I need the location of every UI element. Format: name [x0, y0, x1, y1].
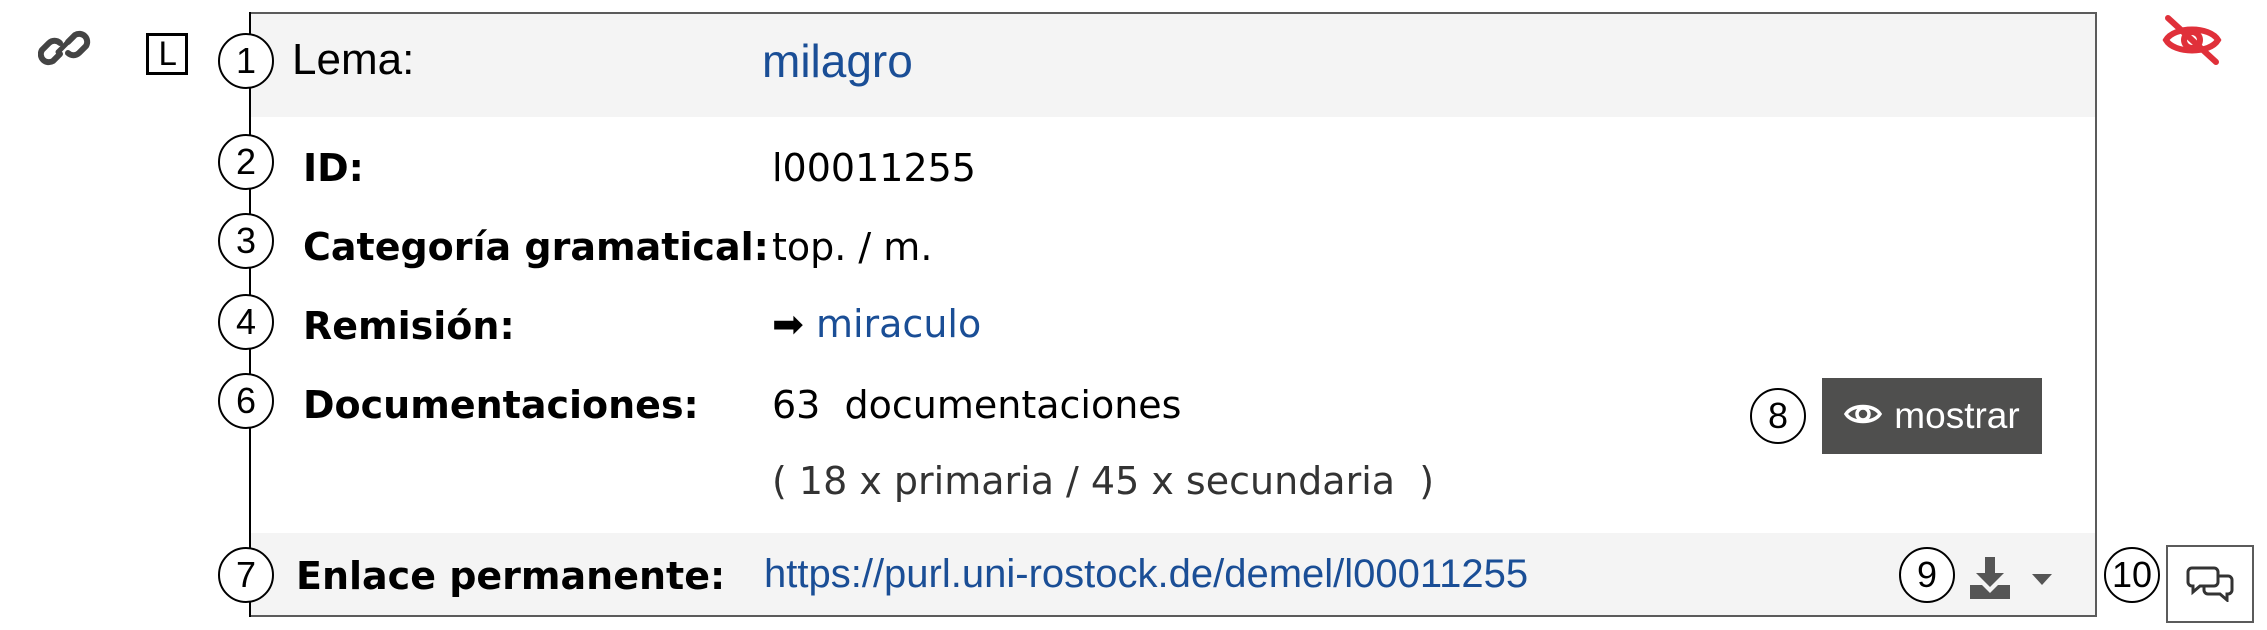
grammatical-category-label: Categoría gramatical:	[303, 225, 769, 269]
permalink-link[interactable]: https://purl.uni-rostock.de/demel/l00011…	[764, 552, 1528, 597]
marker-9: 9	[1899, 547, 1955, 603]
permalink-label: Enlace permanente:	[296, 554, 726, 598]
show-documentations-button[interactable]: mostrar	[1822, 378, 2042, 454]
eye-slash-icon[interactable]	[2160, 12, 2224, 72]
grammatical-category-value: top. / m.	[772, 225, 933, 269]
documentations-count: 63 documentaciones	[772, 383, 1182, 427]
id-label: ID:	[303, 146, 364, 190]
marker-8: 8	[1750, 388, 1806, 444]
entry-card	[249, 12, 2097, 617]
documentations-breakdown: ( 18 x primaria / 45 x secundaria )	[772, 459, 1435, 503]
download-dropdown[interactable]	[1968, 555, 2058, 603]
lemma-label: Lema:	[292, 35, 415, 84]
cross-reference-link[interactable]: miraculo	[816, 302, 981, 346]
cross-reference-label: Remisión:	[303, 304, 515, 348]
cross-reference: ➡ miraculo	[772, 302, 981, 346]
eye-icon	[1844, 395, 1883, 437]
marker-1: 1	[218, 33, 274, 89]
marker-2: 2	[218, 134, 274, 190]
arrow-right-icon: ➡	[772, 302, 804, 346]
comments-button[interactable]	[2166, 545, 2254, 623]
entry-type-badge: L	[146, 33, 188, 75]
marker-7: 7	[218, 547, 274, 603]
id-value: l00011255	[772, 146, 976, 190]
marker-6: 6	[218, 373, 274, 429]
show-button-label: mostrar	[1894, 395, 2020, 436]
marker-3: 3	[218, 213, 274, 269]
chevron-down-icon	[2032, 571, 2052, 590]
download-icon	[1968, 555, 2012, 605]
marker-4: 4	[218, 294, 274, 350]
comments-icon	[2186, 562, 2234, 606]
lemma-value: milagro	[762, 35, 913, 87]
documentations-label: Documentaciones:	[303, 383, 699, 427]
marker-10: 10	[2104, 547, 2160, 603]
link-icon[interactable]	[37, 28, 94, 68]
